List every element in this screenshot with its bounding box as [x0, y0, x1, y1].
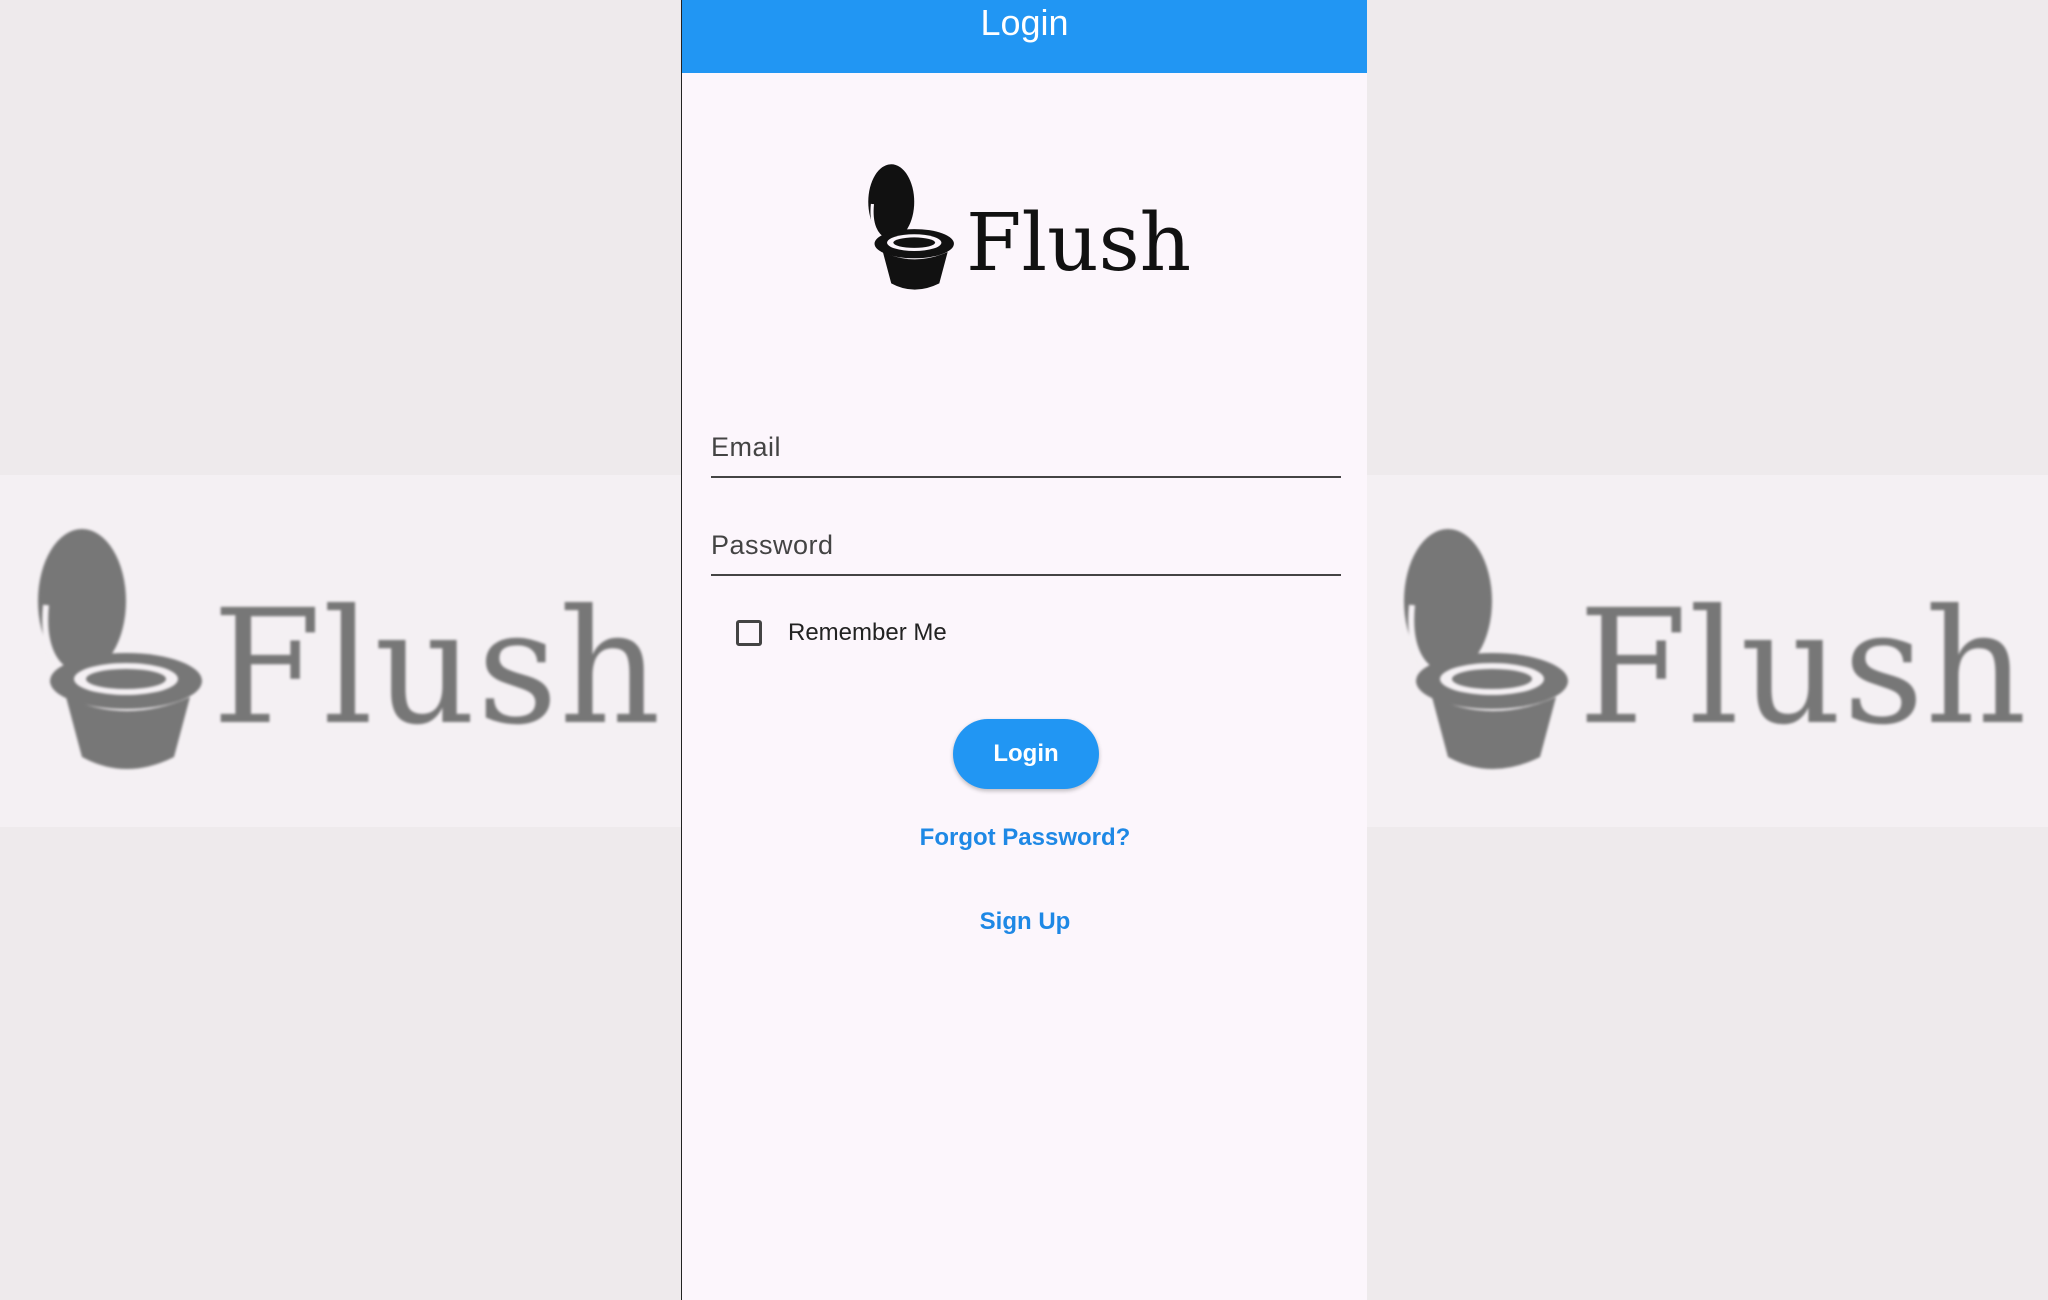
- background-logo-text: Flush: [1578, 576, 2028, 760]
- remember-me-row[interactable]: Remember Me: [736, 619, 947, 647]
- background-logo-right: Flush: [1392, 495, 2028, 775]
- remember-me-checkbox[interactable]: [736, 620, 762, 646]
- background-logo-left: Flush: [26, 495, 662, 775]
- login-screen: Login Flush Remember Me Login For: [681, 0, 1367, 1300]
- app-logo: Flush: [862, 160, 1191, 295]
- sign-up-label[interactable]: Sign Up: [980, 908, 1071, 935]
- email-input[interactable]: [711, 418, 1341, 476]
- background-logo-text: Flush: [212, 576, 662, 760]
- password-input[interactable]: [711, 516, 1341, 574]
- app-logo-text: Flush: [966, 196, 1192, 289]
- sign-up-link: Sign Up: [682, 908, 1368, 936]
- remember-me-label[interactable]: Remember Me: [788, 619, 947, 647]
- app-bar: Login: [682, 0, 1367, 73]
- screen: Flush Flush Login Flush Email Remember M…: [0, 0, 2048, 1300]
- forgot-password-label[interactable]: Forgot Password?: [920, 824, 1131, 851]
- toilet-icon: [868, 164, 954, 290]
- forgot-password-link: Forgot Password?: [682, 824, 1368, 852]
- toilet-icon: [1404, 529, 1568, 769]
- page-title: Login: [980, 2, 1069, 43]
- toilet-icon: [38, 529, 202, 769]
- password-field: [711, 516, 1341, 576]
- login-button[interactable]: Login: [953, 719, 1099, 789]
- email-field: [711, 418, 1341, 478]
